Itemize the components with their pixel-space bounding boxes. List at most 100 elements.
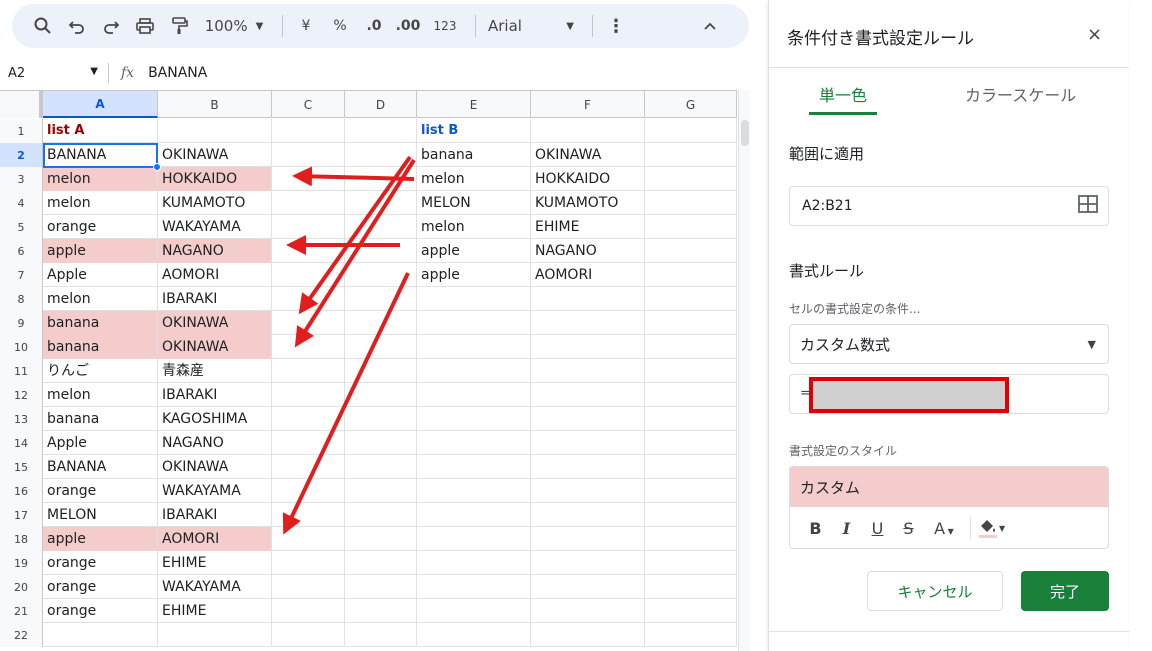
- number-format-button[interactable]: 123: [427, 11, 463, 41]
- cell-a9[interactable]: banana: [43, 311, 158, 335]
- cell-f4[interactable]: KUMAMOTO: [531, 191, 645, 215]
- cell-f22[interactable]: [531, 623, 645, 647]
- cell-d10[interactable]: [345, 335, 417, 359]
- row-header[interactable]: 14: [0, 431, 43, 455]
- cell-b8[interactable]: IBARAKI: [158, 287, 272, 311]
- cell-d11[interactable]: [345, 359, 417, 383]
- cell-c11[interactable]: [272, 359, 345, 383]
- cell-g19[interactable]: [645, 551, 737, 575]
- cell-a1[interactable]: list A: [43, 119, 158, 143]
- select-all-corner[interactable]: [0, 91, 43, 118]
- vertical-scrollbar[interactable]: [738, 90, 750, 651]
- cell-d20[interactable]: [345, 575, 417, 599]
- cell-e11[interactable]: [417, 359, 531, 383]
- cell-f9[interactable]: [531, 311, 645, 335]
- cell-d16[interactable]: [345, 479, 417, 503]
- cell-b21[interactable]: EHIME: [158, 599, 272, 623]
- style-preview[interactable]: カスタム: [790, 467, 1108, 507]
- cell-c9[interactable]: [272, 311, 345, 335]
- underline-button[interactable]: U: [862, 519, 893, 538]
- cell-g8[interactable]: [645, 287, 737, 311]
- cell-a7[interactable]: Apple: [43, 263, 158, 287]
- cell-c19[interactable]: [272, 551, 345, 575]
- cell-b13[interactable]: KAGOSHIMA: [158, 407, 272, 431]
- cell-c1[interactable]: [272, 119, 345, 143]
- cell-a15[interactable]: BANANA: [43, 455, 158, 479]
- cell-e2[interactable]: banana: [417, 143, 531, 167]
- cell-b14[interactable]: NAGANO: [158, 431, 272, 455]
- cell-d19[interactable]: [345, 551, 417, 575]
- font-select[interactable]: Arial ▼: [484, 11, 580, 41]
- cell-g13[interactable]: [645, 407, 737, 431]
- cell-b17[interactable]: IBARAKI: [158, 503, 272, 527]
- tab-single-color[interactable]: 単一色: [809, 82, 877, 115]
- cell-e17[interactable]: [417, 503, 531, 527]
- cell-c22[interactable]: [272, 623, 345, 647]
- cell-g22[interactable]: [645, 623, 737, 647]
- cell-g15[interactable]: [645, 455, 737, 479]
- cell-d21[interactable]: [345, 599, 417, 623]
- cell-a22[interactable]: [43, 623, 158, 647]
- cell-d2[interactable]: [345, 143, 417, 167]
- cell-g7[interactable]: [645, 263, 737, 287]
- cell-g16[interactable]: [645, 479, 737, 503]
- column-header-d[interactable]: D: [345, 91, 417, 118]
- text-color-button[interactable]: A ▼: [924, 519, 964, 538]
- cell-e12[interactable]: [417, 383, 531, 407]
- cell-c5[interactable]: [272, 215, 345, 239]
- row-header[interactable]: 18: [0, 527, 43, 551]
- bold-button[interactable]: B: [800, 519, 831, 538]
- column-header-f[interactable]: F: [531, 91, 645, 118]
- cell-d14[interactable]: [345, 431, 417, 455]
- cell-g4[interactable]: [645, 191, 737, 215]
- redo-icon[interactable]: [96, 11, 126, 41]
- cell-g1[interactable]: [645, 119, 737, 143]
- cell-e14[interactable]: [417, 431, 531, 455]
- cell-d12[interactable]: [345, 383, 417, 407]
- column-header-e[interactable]: E: [417, 91, 531, 118]
- cell-a19[interactable]: orange: [43, 551, 158, 575]
- cell-a17[interactable]: MELON: [43, 503, 158, 527]
- cell-c14[interactable]: [272, 431, 345, 455]
- cell-d7[interactable]: [345, 263, 417, 287]
- cell-f14[interactable]: [531, 431, 645, 455]
- cell-b9[interactable]: OKINAWA: [158, 311, 272, 335]
- italic-button[interactable]: I: [831, 519, 862, 538]
- cell-b12[interactable]: IBARAKI: [158, 383, 272, 407]
- row-header[interactable]: 6: [0, 239, 43, 263]
- cell-d15[interactable]: [345, 455, 417, 479]
- cell-f15[interactable]: [531, 455, 645, 479]
- custom-formula-input[interactable]: =: [789, 374, 1109, 414]
- fill-color-icon[interactable]: ▼: [977, 517, 1017, 539]
- cell-b19[interactable]: EHIME: [158, 551, 272, 575]
- cell-g5[interactable]: [645, 215, 737, 239]
- cell-a21[interactable]: orange: [43, 599, 158, 623]
- cell-c21[interactable]: [272, 599, 345, 623]
- cell-f5[interactable]: EHIME: [531, 215, 645, 239]
- cell-g11[interactable]: [645, 359, 737, 383]
- row-header[interactable]: 7: [0, 263, 43, 287]
- cell-g21[interactable]: [645, 599, 737, 623]
- column-header-c[interactable]: C: [272, 91, 345, 118]
- currency-button[interactable]: ¥: [291, 11, 321, 41]
- cell-b7[interactable]: AOMORI: [158, 263, 272, 287]
- cell-a12[interactable]: melon: [43, 383, 158, 407]
- cell-e1[interactable]: list B: [417, 119, 531, 143]
- cell-e7[interactable]: apple: [417, 263, 531, 287]
- cell-e15[interactable]: [417, 455, 531, 479]
- cell-b2[interactable]: OKINAWA: [158, 143, 272, 167]
- cell-g18[interactable]: [645, 527, 737, 551]
- cell-e18[interactable]: [417, 527, 531, 551]
- name-box[interactable]: A2 ▼: [0, 66, 108, 81]
- cell-e4[interactable]: MELON: [417, 191, 531, 215]
- cell-e8[interactable]: [417, 287, 531, 311]
- column-header-b[interactable]: B: [158, 91, 272, 118]
- column-header-g[interactable]: G: [645, 91, 737, 118]
- cell-f13[interactable]: [531, 407, 645, 431]
- cell-b6[interactable]: NAGANO: [158, 239, 272, 263]
- cell-f3[interactable]: HOKKAIDO: [531, 167, 645, 191]
- row-header[interactable]: 1: [0, 119, 43, 143]
- cell-a11[interactable]: りんご: [43, 359, 158, 383]
- cell-b15[interactable]: OKINAWA: [158, 455, 272, 479]
- row-header[interactable]: 15: [0, 455, 43, 479]
